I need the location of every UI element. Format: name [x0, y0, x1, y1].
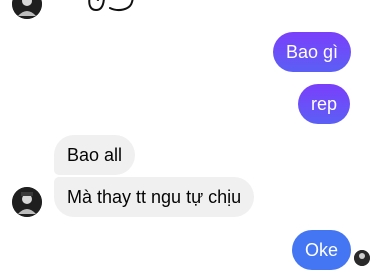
message-bubble-incoming[interactable]: Bao all: [54, 135, 136, 175]
message-bubble-outgoing[interactable]: rep: [298, 84, 351, 124]
avatar-top[interactable]: [12, 0, 42, 19]
message-text: Oke: [305, 240, 339, 260]
message-bubble-incoming[interactable]: Mà thay tt ngu tự chịu: [54, 177, 255, 217]
message-text: rep: [311, 94, 338, 114]
user-avatar-icon: [12, 0, 42, 19]
doodle-sticker-icon[interactable]: [84, 0, 164, 20]
message-bubble-outgoing[interactable]: Bao gì: [273, 32, 352, 72]
message-text: Mà thay tt ngu tự chịu: [67, 187, 242, 207]
user-avatar-icon: [12, 187, 42, 217]
avatar-sender[interactable]: [12, 187, 42, 217]
message-text: Bao all: [67, 145, 123, 165]
message-text: Bao gì: [286, 42, 339, 62]
message-bubble-outgoing[interactable]: Oke: [292, 230, 352, 270]
seen-avatar-icon: [354, 250, 370, 266]
